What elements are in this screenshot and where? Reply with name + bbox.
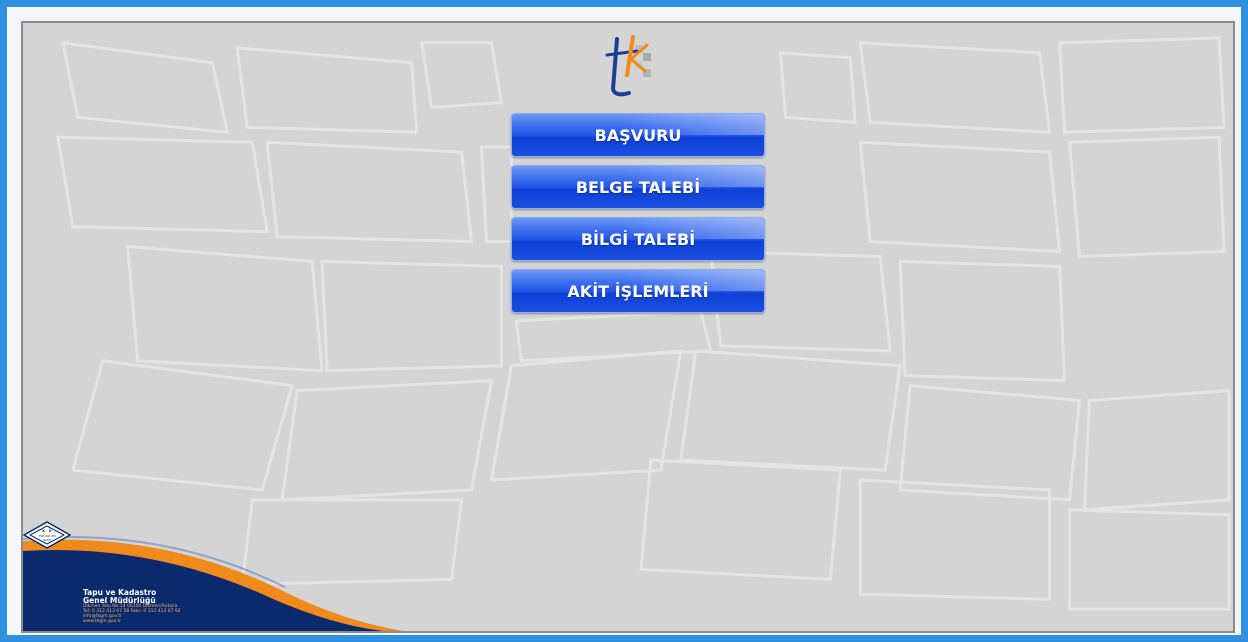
main-panel: BAŞVURU BELGE TALEBİ BİLGİ TALEBİ AKİT İ… bbox=[21, 21, 1235, 633]
footer-org-info: Tapu ve Kadastro Genel Müdürlüğü Dikmen … bbox=[83, 588, 283, 625]
seal-text-top: K · Ü bbox=[42, 528, 51, 533]
main-menu: BAŞVURU BELGE TALEBİ BİLGİ TALEBİ AKİT İ… bbox=[511, 113, 765, 321]
belge-talebi-button[interactable]: BELGE TALEBİ bbox=[511, 165, 765, 209]
quality-seal-icon: K · Ü TSE-ISO-EN 9000 bbox=[23, 521, 71, 549]
basvuru-label: BAŞVURU bbox=[594, 126, 682, 145]
footer-website: www.tkgm.gov.tr bbox=[83, 619, 122, 625]
akit-islemleri-button[interactable]: AKİT İŞLEMLERİ bbox=[511, 269, 765, 313]
seal-text-bottom: 9000 bbox=[43, 538, 51, 542]
app-frame: BAŞVURU BELGE TALEBİ BİLGİ TALEBİ AKİT İ… bbox=[0, 0, 1248, 642]
akit-islemleri-label: AKİT İŞLEMLERİ bbox=[567, 282, 709, 301]
tkgm-logo-icon bbox=[605, 35, 651, 97]
bilgi-talebi-button[interactable]: BİLGİ TALEBİ bbox=[511, 217, 765, 261]
footer-banner: K · Ü TSE-ISO-EN 9000 Tapu ve Kadastro G… bbox=[23, 521, 443, 631]
bilgi-talebi-label: BİLGİ TALEBİ bbox=[580, 230, 696, 249]
basvuru-button[interactable]: BAŞVURU bbox=[511, 113, 765, 157]
belge-talebi-label: BELGE TALEBİ bbox=[575, 178, 701, 197]
